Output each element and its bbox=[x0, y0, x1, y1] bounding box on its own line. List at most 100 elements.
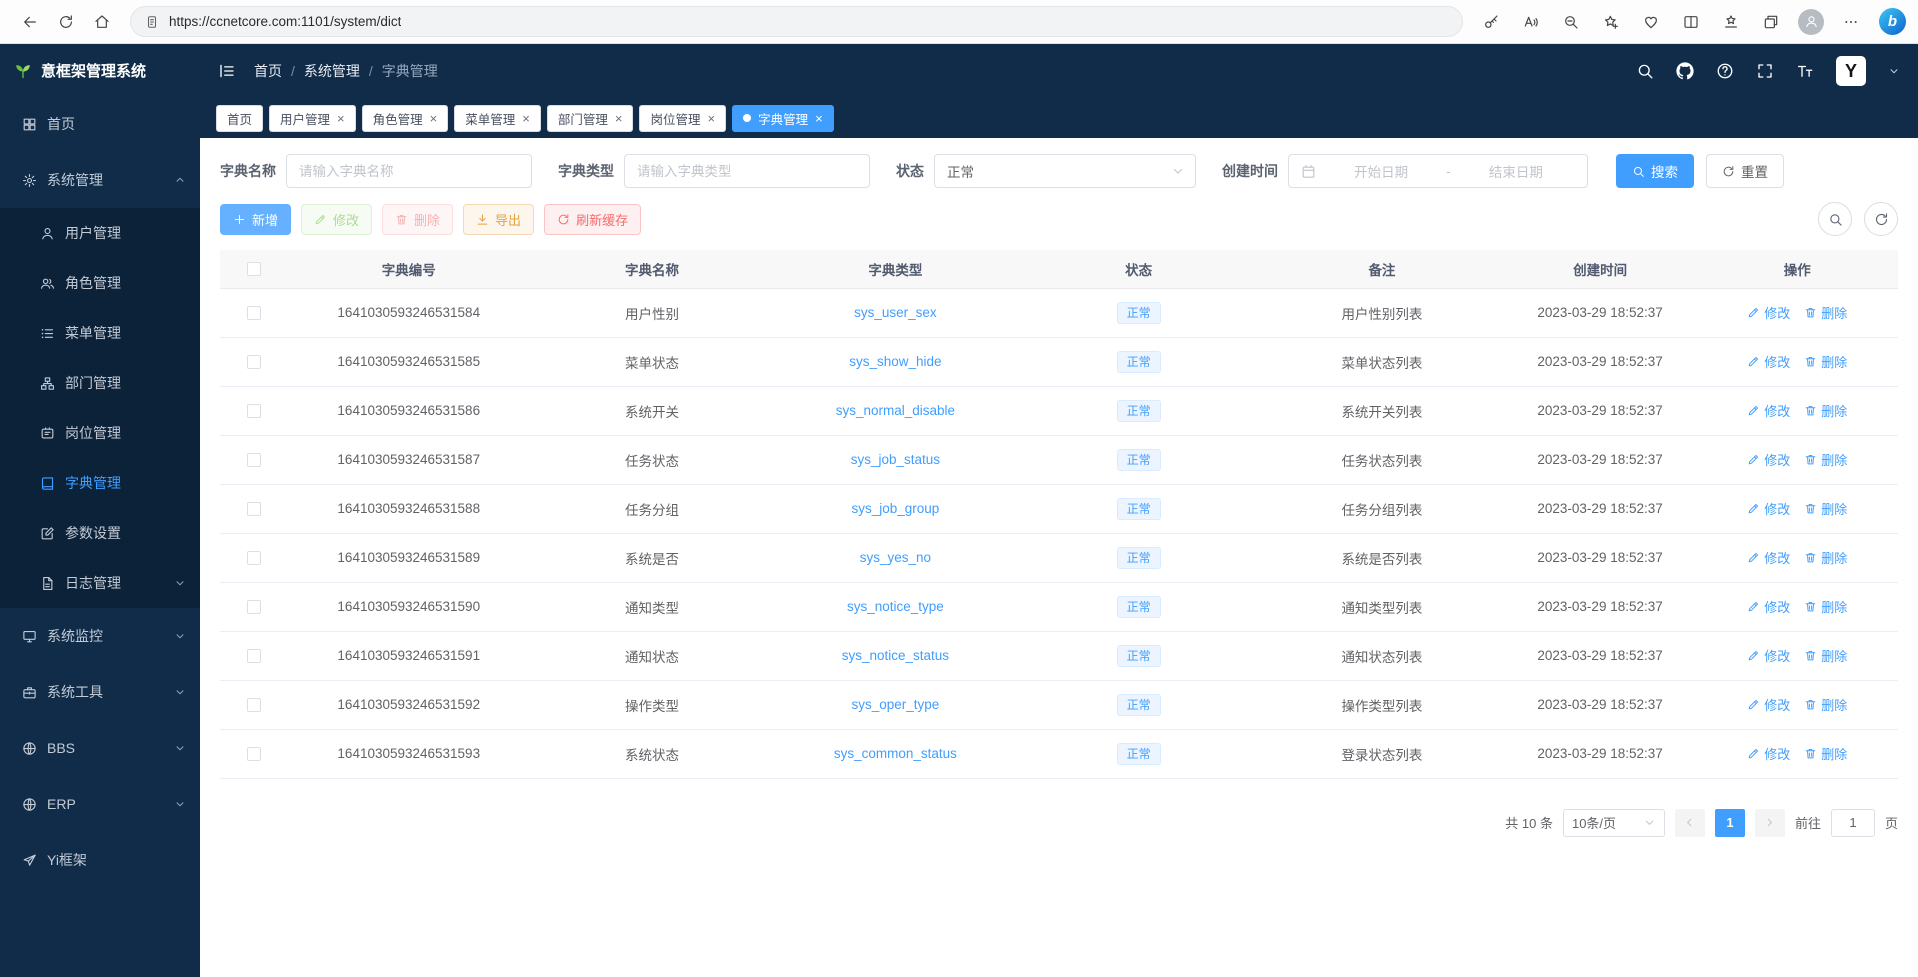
dict-type-link[interactable]: sys_normal_disable bbox=[836, 403, 955, 418]
sidebar-item-menu-mgmt[interactable]: 菜单管理 bbox=[0, 308, 200, 358]
address-bar[interactable]: https://ccnetcore.com:1101/system/dict bbox=[130, 6, 1463, 37]
browser-essentials-icon[interactable] bbox=[1633, 5, 1669, 39]
tab-dict-mgmt[interactable]: 字典管理 × bbox=[732, 105, 834, 132]
sidebar-item-param-settings[interactable]: 参数设置 bbox=[0, 508, 200, 558]
dict-type-link[interactable]: sys_show_hide bbox=[849, 354, 941, 369]
edit-button[interactable]: 修改 bbox=[301, 204, 372, 235]
sidebar-item-erp[interactable]: ERP bbox=[0, 776, 200, 832]
dict-type-link[interactable]: sys_notice_status bbox=[842, 648, 949, 663]
tab-post-mgmt[interactable]: 岗位管理 × bbox=[639, 105, 726, 132]
password-key-icon[interactable] bbox=[1473, 5, 1509, 39]
row-checkbox[interactable] bbox=[247, 502, 261, 516]
dict-type-link[interactable]: sys_user_sex bbox=[854, 305, 937, 320]
dict-type-link[interactable]: sys_oper_type bbox=[851, 697, 939, 712]
row-checkbox[interactable] bbox=[247, 453, 261, 467]
browser-home-button[interactable] bbox=[84, 5, 120, 39]
edit-row-button[interactable]: 修改 bbox=[1747, 352, 1790, 371]
refresh-table-button[interactable] bbox=[1864, 202, 1898, 236]
user-dropdown-caret-icon[interactable] bbox=[1888, 65, 1900, 77]
site-info-icon[interactable] bbox=[145, 15, 159, 29]
close-icon[interactable]: × bbox=[522, 112, 530, 125]
toggle-search-button[interactable] bbox=[1818, 202, 1852, 236]
dict-name-input[interactable] bbox=[286, 154, 532, 188]
delete-row-button[interactable]: 删除 bbox=[1804, 744, 1847, 763]
browser-back-button[interactable] bbox=[12, 5, 48, 39]
status-select[interactable]: 正常 bbox=[934, 154, 1196, 188]
help-icon[interactable] bbox=[1716, 62, 1734, 80]
tab-user-mgmt[interactable]: 用户管理 × bbox=[269, 105, 356, 132]
row-checkbox[interactable] bbox=[247, 698, 261, 712]
sidebar-item-system-tools[interactable]: 系统工具 bbox=[0, 664, 200, 720]
dict-type-link[interactable]: sys_common_status bbox=[834, 746, 957, 761]
dict-type-link[interactable]: sys_job_group bbox=[851, 501, 939, 516]
sidebar-item-post-mgmt[interactable]: 岗位管理 bbox=[0, 408, 200, 458]
close-icon[interactable]: × bbox=[430, 112, 438, 125]
close-icon[interactable]: × bbox=[337, 112, 345, 125]
sidebar-item-dict-mgmt[interactable]: 字典管理 bbox=[0, 458, 200, 508]
edit-row-button[interactable]: 修改 bbox=[1747, 597, 1790, 616]
browser-menu-icon[interactable] bbox=[1833, 5, 1869, 39]
sidebar-item-bbs[interactable]: BBS bbox=[0, 720, 200, 776]
edit-row-button[interactable]: 修改 bbox=[1747, 695, 1790, 714]
breadcrumb-system-mgmt[interactable]: 系统管理 bbox=[304, 61, 360, 81]
delete-row-button[interactable]: 删除 bbox=[1804, 303, 1847, 322]
search-icon[interactable] bbox=[1636, 62, 1654, 80]
select-all-checkbox[interactable] bbox=[247, 262, 261, 276]
delete-row-button[interactable]: 删除 bbox=[1804, 352, 1847, 371]
row-checkbox[interactable] bbox=[247, 747, 261, 761]
edit-row-button[interactable]: 修改 bbox=[1747, 744, 1790, 763]
breadcrumb-home[interactable]: 首页 bbox=[254, 61, 282, 81]
prev-page-button[interactable] bbox=[1675, 809, 1705, 837]
dict-type-link[interactable]: sys_job_status bbox=[851, 452, 940, 467]
next-page-button[interactable] bbox=[1755, 809, 1785, 837]
refresh-cache-button[interactable]: 刷新缓存 bbox=[544, 204, 641, 235]
edit-row-button[interactable]: 修改 bbox=[1747, 303, 1790, 322]
row-checkbox[interactable] bbox=[247, 551, 261, 565]
split-screen-icon[interactable] bbox=[1673, 5, 1709, 39]
tab-home[interactable]: 首页 bbox=[216, 105, 263, 132]
user-avatar[interactable]: Y bbox=[1836, 56, 1866, 86]
github-icon[interactable] bbox=[1676, 62, 1694, 80]
sidebar-item-home[interactable]: 首页 bbox=[0, 96, 200, 152]
edit-row-button[interactable]: 修改 bbox=[1747, 401, 1790, 420]
row-checkbox[interactable] bbox=[247, 600, 261, 614]
sidebar-item-role-mgmt[interactable]: 角色管理 bbox=[0, 258, 200, 308]
sidebar-item-log-mgmt[interactable]: 日志管理 bbox=[0, 558, 200, 608]
page-number-button[interactable]: 1 bbox=[1715, 809, 1745, 837]
dict-type-link[interactable]: sys_yes_no bbox=[860, 550, 931, 565]
date-end-placeholder[interactable]: 结束日期 bbox=[1457, 161, 1575, 181]
edit-row-button[interactable]: 修改 bbox=[1747, 548, 1790, 567]
delete-row-button[interactable]: 删除 bbox=[1804, 646, 1847, 665]
delete-row-button[interactable]: 删除 bbox=[1804, 499, 1847, 518]
add-favorite-icon[interactable] bbox=[1593, 5, 1629, 39]
sidebar-item-yi-framework[interactable]: Yi框架 bbox=[0, 832, 200, 888]
edit-row-button[interactable]: 修改 bbox=[1747, 499, 1790, 518]
delete-row-button[interactable]: 删除 bbox=[1804, 548, 1847, 567]
edit-row-button[interactable]: 修改 bbox=[1747, 450, 1790, 469]
browser-profile-avatar[interactable] bbox=[1798, 9, 1824, 35]
sidebar-item-system-monitor[interactable]: 系统监控 bbox=[0, 608, 200, 664]
bing-icon[interactable]: b bbox=[1879, 8, 1906, 35]
delete-row-button[interactable]: 删除 bbox=[1804, 597, 1847, 616]
sidebar-toggle-button[interactable] bbox=[218, 62, 236, 80]
date-range-picker[interactable]: 开始日期 - 结束日期 bbox=[1288, 154, 1588, 188]
page-size-select[interactable]: 10条/页 bbox=[1563, 809, 1665, 837]
tab-role-mgmt[interactable]: 角色管理 × bbox=[362, 105, 449, 132]
export-button[interactable]: 导出 bbox=[463, 204, 534, 235]
sidebar-item-system-mgmt[interactable]: 系统管理 bbox=[0, 152, 200, 208]
browser-refresh-button[interactable] bbox=[48, 5, 84, 39]
dict-type-input[interactable] bbox=[624, 154, 870, 188]
read-aloud-icon[interactable] bbox=[1513, 5, 1549, 39]
sidebar-item-user-mgmt[interactable]: 用户管理 bbox=[0, 208, 200, 258]
row-checkbox[interactable] bbox=[247, 404, 261, 418]
close-icon[interactable]: × bbox=[707, 112, 715, 125]
close-icon[interactable]: × bbox=[615, 112, 623, 125]
collections-icon[interactable] bbox=[1753, 5, 1789, 39]
zoom-icon[interactable] bbox=[1553, 5, 1589, 39]
delete-row-button[interactable]: 删除 bbox=[1804, 450, 1847, 469]
add-button[interactable]: 新增 bbox=[220, 204, 291, 235]
goto-page-input[interactable] bbox=[1831, 809, 1875, 837]
search-button[interactable]: 搜索 bbox=[1616, 154, 1694, 188]
tab-menu-mgmt[interactable]: 菜单管理 × bbox=[454, 105, 541, 132]
row-checkbox[interactable] bbox=[247, 649, 261, 663]
